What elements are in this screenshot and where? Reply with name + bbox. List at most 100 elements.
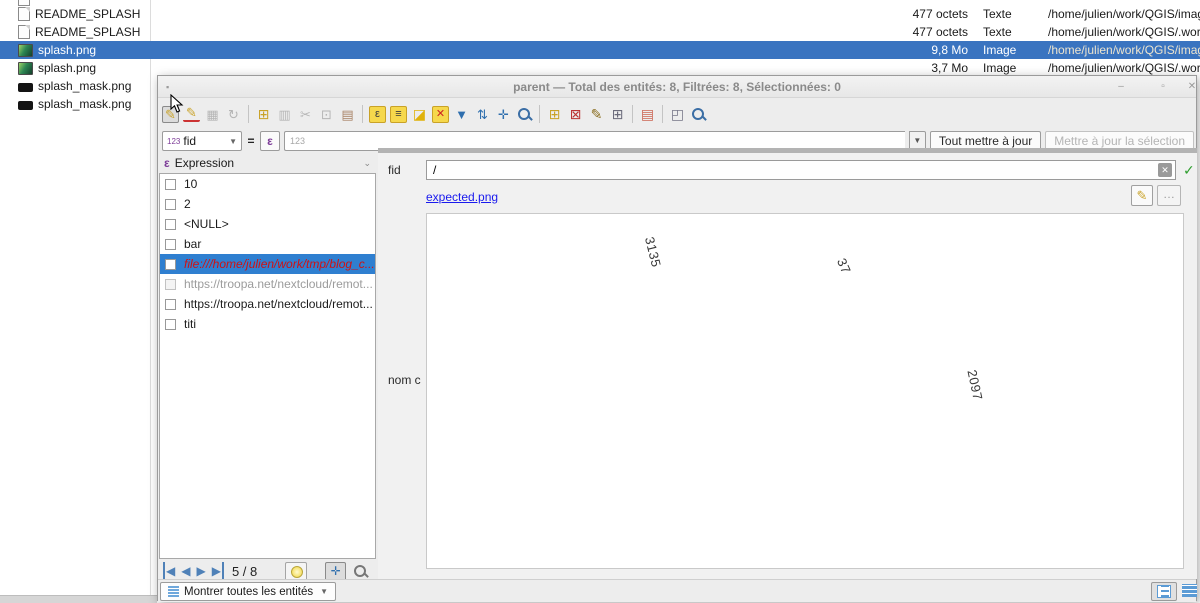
file-size: 477 octets: [850, 25, 968, 39]
file-name: splash.png: [38, 43, 96, 57]
zoom-to-feature-button[interactable]: [352, 563, 369, 580]
field-combo[interactable]: 123 fid ▼: [162, 131, 242, 151]
toolbar-separator: [632, 105, 633, 123]
new-field-icon[interactable]: ⊞: [546, 106, 563, 123]
mouse-cursor: [170, 94, 184, 114]
form-view-icon: [1157, 585, 1171, 598]
feature-form: fid ✕ ✓ expected.png ✎ … nom c 3135 37 2…: [378, 153, 1197, 579]
item-checkbox[interactable]: [165, 199, 176, 210]
list-item[interactable]: 10: [160, 174, 375, 194]
close-button[interactable]: ✕: [1184, 80, 1200, 94]
file-size: 9,8 Mo: [850, 43, 968, 57]
edit-field-icon[interactable]: ✎: [588, 106, 605, 123]
delete-selected-icon[interactable]: ▥: [276, 106, 293, 123]
maximize-button[interactable]: ▫: [1155, 80, 1171, 94]
table-icon: [168, 586, 179, 597]
copy-icon[interactable]: ⊡: [318, 106, 335, 123]
file-row[interactable]: README_SPLASH 477 octets Texte /home/jul…: [0, 23, 1200, 41]
file-type: Texte: [983, 25, 1043, 39]
multi-edit-icon[interactable]: ✎: [183, 106, 200, 122]
file-name: README_SPLASH: [35, 25, 140, 39]
add-feature-icon[interactable]: ⊞: [255, 106, 272, 123]
item-label: 10: [184, 177, 197, 191]
file-path: /home/julien/work/QGIS/image: [1048, 43, 1200, 57]
epsilon-icon: ε: [164, 156, 170, 170]
list-item[interactable]: https://troopa.net/nextcloud/remot...: [160, 274, 375, 294]
form-view-toggle[interactable]: [1151, 582, 1177, 601]
list-item[interactable]: https://troopa.net/nextcloud/remot...: [160, 294, 375, 314]
feature-position: 5 / 8: [232, 564, 257, 579]
screen: { "colors": { "selection_blue": "#3a74c0…: [0, 0, 1200, 603]
item-checkbox[interactable]: [165, 219, 176, 230]
item-checkbox[interactable]: [165, 299, 176, 310]
fid-input[interactable]: [426, 160, 1176, 180]
next-feature-icon[interactable]: ▶: [196, 562, 205, 580]
first-feature-icon[interactable]: ◀: [163, 562, 175, 580]
edit-attachment-button[interactable]: ✎: [1131, 185, 1153, 206]
move-selection-to-top-icon[interactable]: ⇅: [474, 106, 491, 123]
minimize-button[interactable]: –: [1113, 80, 1129, 94]
file-panel-bottom-strip: [0, 595, 157, 603]
invert-selection-icon[interactable]: ◪: [411, 106, 428, 123]
previous-feature-icon[interactable]: ◀: [181, 562, 190, 580]
file-row-selected[interactable]: splash.png 9,8 Mo Image /home/julien/wor…: [0, 41, 1200, 59]
chevron-down-icon[interactable]: ⌄: [363, 158, 371, 169]
item-label: https://troopa.net/nextcloud/remot...: [184, 277, 373, 291]
toolbar-separator: [662, 105, 663, 123]
list-item[interactable]: titi: [160, 314, 375, 334]
toolbar-separator: [248, 105, 249, 123]
item-checkbox[interactable]: [165, 319, 176, 330]
actions-icon[interactable]: [690, 106, 707, 123]
image-label: 3135: [642, 235, 664, 269]
dock-icon[interactable]: ◰: [669, 106, 686, 123]
nom-field-label: nom c: [388, 373, 424, 387]
image-icon: [18, 62, 33, 75]
item-checkbox[interactable]: [165, 239, 176, 250]
show-features-filter-button[interactable]: Montrer toutes les entités ▼: [160, 582, 336, 601]
file-row[interactable]: README_SPLASH 477 octets Texte /home/jul…: [0, 5, 1200, 23]
list-item[interactable]: bar: [160, 234, 375, 254]
file-path: /home/julien/work/QGIS/.work: [1048, 25, 1200, 39]
image-label: 2097: [964, 368, 985, 401]
pan-to-feature-button[interactable]: ✛: [325, 562, 346, 581]
item-checkbox[interactable]: [165, 179, 176, 190]
file-size: 477 octets: [850, 7, 968, 21]
table-view-icon: [1182, 584, 1197, 597]
cut-icon[interactable]: ✂: [297, 106, 314, 123]
pan-to-selection-icon[interactable]: ✛: [495, 106, 512, 123]
save-edits-icon[interactable]: ▦: [204, 106, 221, 123]
file-path: /home/julien/work/QGIS/image: [1048, 7, 1200, 21]
conditional-formatting-icon[interactable]: ▤: [639, 106, 656, 123]
deselect-all-icon[interactable]: ✕: [432, 106, 449, 123]
reload-icon[interactable]: ↻: [225, 106, 242, 123]
organize-columns-icon[interactable]: ⊞: [609, 106, 626, 123]
zoom-to-selection-icon[interactable]: [516, 106, 533, 123]
filter-icon[interactable]: ▼: [453, 106, 470, 123]
select-all-icon[interactable]: ≡: [390, 106, 407, 123]
item-checkbox[interactable]: [165, 259, 176, 270]
field-type-icon: 123: [167, 137, 180, 146]
expression-panel-header: ε Expression ⌄: [159, 153, 376, 173]
expression-builder-button[interactable]: ε: [260, 131, 280, 151]
paste-icon[interactable]: ▤: [339, 106, 356, 123]
equals-label: =: [246, 134, 256, 148]
clear-icon[interactable]: ✕: [1158, 163, 1172, 177]
list-item-selected[interactable]: file:///home/julien/work/tmp/blog_c...: [160, 254, 375, 274]
highlight-feature-button[interactable]: [285, 562, 307, 581]
last-feature-icon[interactable]: ▶: [212, 562, 224, 580]
item-checkbox[interactable]: [165, 279, 176, 290]
attribute-toolbar: ✎ ✎ ▦ ↻ ⊞ ▥ ✂ ⊡ ▤ ε ≡ ◪ ✕ ▼ ⇅ ✛ ⊞ ⊠ ✎ ⊞ …: [162, 101, 707, 127]
file-type: Image: [983, 43, 1043, 57]
field-combo-value: fid: [183, 134, 196, 148]
item-label: https://troopa.net/nextcloud/remot...: [184, 297, 373, 311]
table-view-toggle[interactable]: [1180, 582, 1200, 601]
item-label: titi: [184, 317, 196, 331]
select-by-expression-icon[interactable]: ε: [369, 106, 386, 123]
list-item[interactable]: 2: [160, 194, 375, 214]
delete-field-icon[interactable]: ⊠: [567, 106, 584, 123]
dialog-statusbar: Montrer toutes les entités ▼: [158, 579, 1196, 602]
browse-attachment-button[interactable]: …: [1157, 185, 1181, 206]
attachment-link[interactable]: expected.png: [426, 190, 498, 204]
expression-panel-title: Expression: [175, 156, 234, 170]
list-item[interactable]: <NULL>: [160, 214, 375, 234]
